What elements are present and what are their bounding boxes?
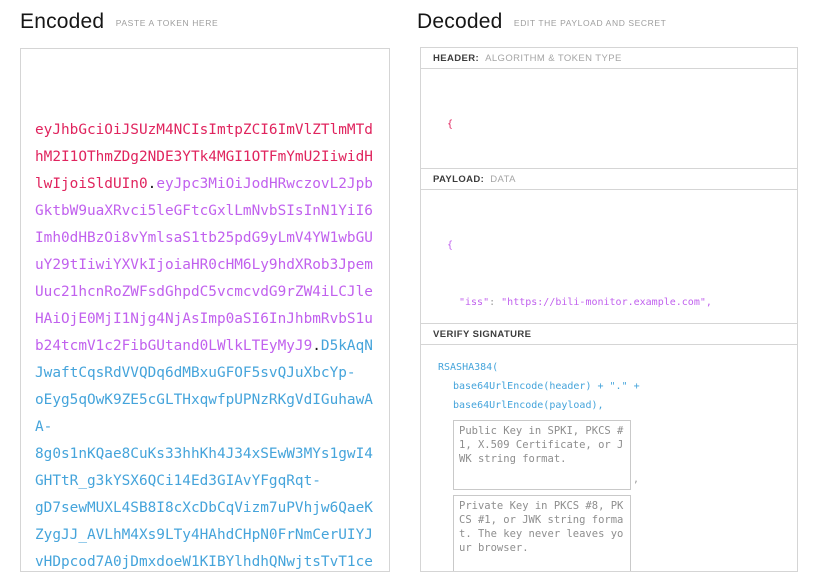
encode-payload-line: base64UrlEncode(payload),: [438, 396, 781, 415]
public-key-input[interactable]: Public Key in SPKI, PKCS #1, X.509 Certi…: [453, 420, 631, 490]
json-line: "iss": "https://bili-monitor.example.com…: [447, 293, 789, 312]
public-key-row: Public Key in SPKI, PKCS #1, X.509 Certi…: [438, 420, 781, 490]
encoded-title: Encoded: [20, 10, 104, 34]
json-key: "iss": [459, 297, 489, 308]
header-label-hint: ALGORITHM & TOKEN TYPE: [485, 53, 622, 64]
verify-label-strong: VERIFY SIGNATURE: [433, 329, 531, 340]
payload-label-hint: DATA: [490, 174, 516, 185]
header-label-strong: HEADER:: [433, 53, 479, 64]
encoded-subtitle: PASTE A TOKEN HERE: [116, 18, 218, 28]
decoded-title: Decoded: [417, 10, 502, 34]
encoded-pane-heading: Encoded PASTE A TOKEN HERE: [20, 10, 218, 34]
token-separator-1: .: [148, 176, 157, 192]
json-open-brace: {: [447, 236, 789, 255]
json-colon: :: [489, 297, 501, 308]
decoded-subtitle: EDIT THE PAYLOAD AND SECRET: [514, 18, 667, 28]
private-key-input[interactable]: Private Key in PKCS #8, PKCS #1, or JWK …: [453, 495, 631, 572]
token-signature-segment: D5kAqNJwaftCqsRdVVQDq6dMBxuGFOF5svQJuXbc…: [35, 338, 373, 572]
private-key-row: Private Key in PKCS #8, PKCS #1, or JWK …: [438, 495, 781, 572]
json-open-brace: {: [447, 115, 789, 134]
header-section-label: HEADER: ALGORITHM & TOKEN TYPE: [421, 48, 797, 69]
token-separator-2: .: [312, 338, 321, 354]
jwt-token-input[interactable]: eyJhbGciOiJSUzM4NCIsImtpZCI6ImVlZTlmMTdh…: [20, 48, 390, 572]
decoded-pane-heading: Decoded EDIT THE PAYLOAD AND SECRET: [417, 10, 666, 34]
encode-header-line: base64UrlEncode(header) + "." +: [438, 377, 781, 396]
header-section-box: HEADER: ALGORITHM & TOKEN TYPE { "alg": …: [420, 47, 798, 169]
json-value: "https://bili-monitor.example.com",: [501, 297, 712, 308]
payload-json-editor[interactable]: { "iss": "https://bili-monitor.example.c…: [421, 190, 797, 324]
payload-section-label: PAYLOAD: DATA: [421, 169, 797, 190]
token-payload-segment: eyJpc3MiOiJodHRwczovL2JpbGktbW9uaXRvci5l…: [35, 176, 373, 354]
payload-label-strong: PAYLOAD:: [433, 174, 484, 185]
key-separator-comma: ,: [631, 470, 639, 490]
payload-section-box: PAYLOAD: DATA { "iss": "https://bili-mon…: [420, 168, 798, 324]
verify-signature-box: VERIFY SIGNATURE RSASHA384( base64UrlEnc…: [420, 323, 798, 572]
header-json-editor[interactable]: { "alg": "RS384", "kid": "eee9f17a3b598f…: [421, 69, 797, 169]
verify-signature-content: RSASHA384( base64UrlEncode(header) + "."…: [421, 345, 797, 572]
signature-algorithm-line: RSASHA384(: [438, 358, 781, 377]
verify-signature-label: VERIFY SIGNATURE: [421, 324, 797, 345]
